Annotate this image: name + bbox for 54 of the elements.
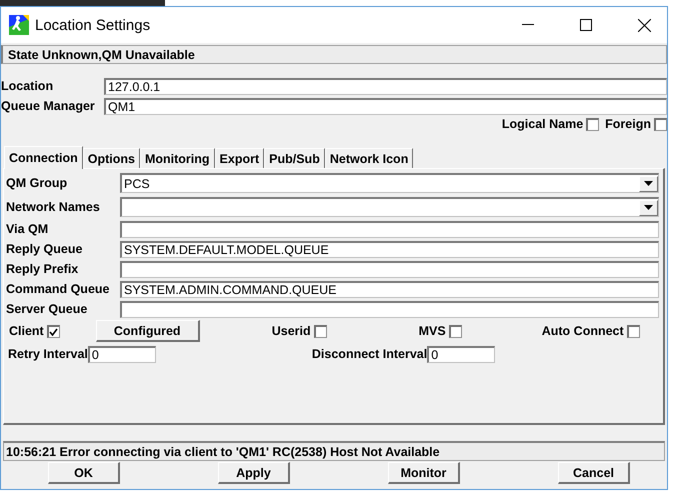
tab[interactable]: Options — [82, 148, 140, 168]
field-label: Queue Manager — [1, 99, 96, 113]
window-title: Location Settings — [35, 16, 152, 34]
checkbox[interactable] — [314, 324, 327, 338]
field-label: Network Names — [6, 200, 101, 214]
dialog-button[interactable]: Cancel — [558, 462, 630, 484]
input-field[interactable]: QM1 — [104, 98, 667, 114]
dialog-button[interactable]: Monitor — [388, 462, 460, 484]
dropdown[interactable] — [120, 197, 659, 217]
dropdown[interactable]: PCS — [120, 173, 659, 193]
input-field[interactable]: SYSTEM.DEFAULT.MODEL.QUEUE — [120, 240, 659, 258]
field-label: Command Queue — [6, 282, 110, 296]
field-label: QM Group — [6, 176, 68, 190]
checkbox-label: Userid — [272, 324, 311, 338]
tab[interactable]: Monitoring — [140, 148, 215, 168]
dialog-button[interactable]: OK — [48, 462, 120, 484]
checkbox[interactable] — [586, 118, 600, 130]
checkbox-label: Auto Connect — [542, 324, 624, 338]
checkbox-label: Client — [9, 324, 44, 338]
input-field[interactable] — [120, 260, 659, 278]
input-field[interactable]: SYSTEM.ADMIN.COMMAND.QUEUE — [120, 280, 659, 298]
input-field[interactable] — [120, 300, 659, 318]
caret-icon — [644, 205, 653, 210]
input-field[interactable]: 0 — [88, 346, 156, 362]
field-label: Location — [1, 79, 54, 93]
input-field[interactable]: 127.0.0.1 — [104, 78, 667, 94]
tab[interactable]: Network Icon — [324, 148, 414, 168]
configured-button[interactable]: Configured — [96, 320, 200, 342]
field-label: Reply Queue — [6, 242, 84, 256]
field-label: Retry Interval — [8, 347, 88, 361]
checkbox-label: MVS — [418, 324, 446, 338]
tab[interactable]: Pub/Sub — [264, 148, 325, 168]
caret-icon — [644, 181, 653, 186]
checkbox[interactable] — [654, 118, 667, 130]
dialog-button[interactable]: Apply — [218, 462, 290, 484]
status-text: State Unknown,QM Unavailable — [1, 45, 667, 64]
input-field[interactable] — [120, 220, 659, 238]
checkbox[interactable] — [448, 324, 462, 338]
minimize-icon — [522, 24, 534, 26]
maximize-icon — [580, 19, 592, 31]
close-icon — [638, 18, 650, 32]
tab[interactable]: Connection — [4, 146, 83, 169]
message-text: 10:56:21 Error connecting via client to 'QM1' RC(2538) Host Not Available — [3, 441, 665, 461]
checkbox-label: Foreign — [605, 117, 651, 131]
field-label: Reply Prefix — [6, 262, 80, 276]
field-label: Disconnect Interval — [312, 347, 428, 361]
tab[interactable]: Export — [214, 148, 264, 168]
input-field[interactable]: 0 — [427, 346, 496, 362]
field-label: Via QM — [6, 222, 50, 236]
field-label: Server Queue — [6, 302, 88, 316]
checkbox[interactable] — [46, 324, 60, 338]
checkbox[interactable] — [626, 324, 640, 338]
app-icon — [9, 15, 29, 35]
checkbox-label: Logical Name — [502, 117, 584, 131]
